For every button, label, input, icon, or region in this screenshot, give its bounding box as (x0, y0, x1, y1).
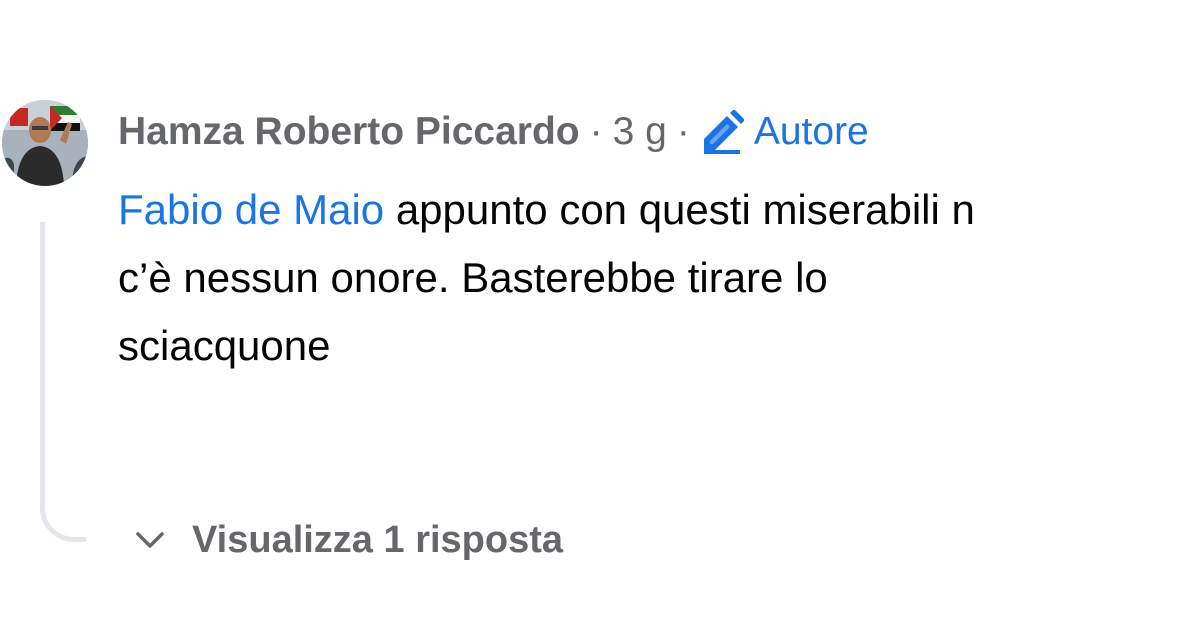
comment-line-1: Fabio de Maio appunto con questi miserab… (118, 176, 1200, 244)
separator-dot: · (676, 110, 690, 153)
author-avatar[interactable] (2, 100, 88, 186)
author-badge: Autore (700, 110, 869, 154)
author-name[interactable]: Hamza Roberto Piccardo (118, 110, 580, 154)
separator-dot: · (589, 110, 603, 153)
comment-text: Fabio de Maio appunto con questi miserab… (118, 176, 1200, 380)
comment-text-line3: sciacquone (118, 322, 331, 369)
view-replies-label: Visualizza 1 risposta (192, 518, 564, 561)
profile-photo-icon (2, 100, 88, 186)
comment-time[interactable]: 3 g (613, 110, 667, 154)
comment-screen: Hamza Roberto Piccardo · 3 g · Autore Fa… (0, 0, 1200, 630)
comment-text-line2: c’è nessun onore. Basterebbe tirare lo (118, 254, 828, 301)
view-replies-button[interactable]: Visualizza 1 risposta (132, 512, 563, 568)
author-badge-label: Autore (753, 110, 869, 153)
thread-line (40, 222, 86, 542)
chevron-down-icon (136, 532, 164, 548)
mention-link[interactable]: Fabio de Maio (118, 186, 384, 233)
comment-text-line1: appunto con questi miserabili n (384, 186, 975, 233)
comment-header: Hamza Roberto Piccardo · 3 g · Autore (118, 106, 869, 158)
pencil-icon (703, 110, 744, 154)
